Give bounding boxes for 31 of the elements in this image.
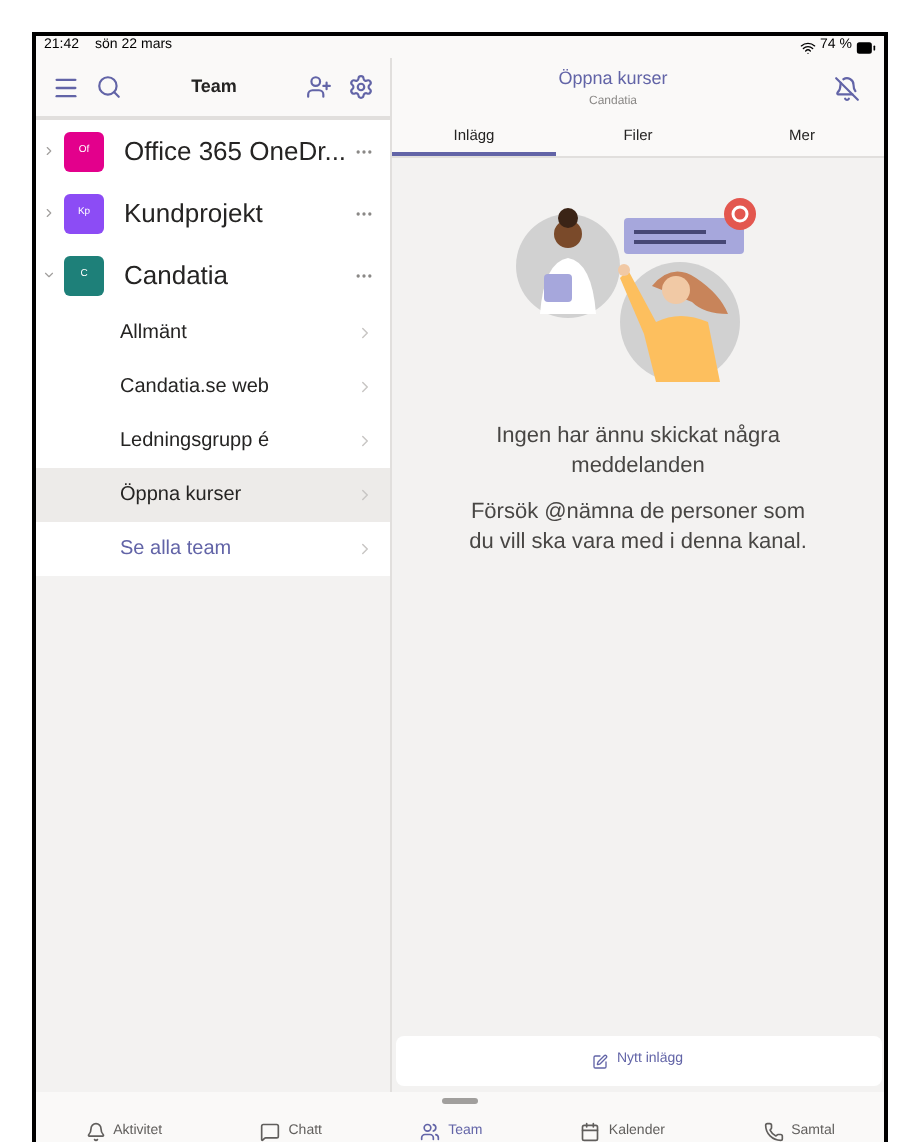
chevron-right-icon [356,486,374,504]
compose-icon [592,1053,609,1069]
wifi-icon [800,39,817,55]
chevron-right-icon [356,378,374,396]
channel-item[interactable]: Öppna kurser [36,468,390,522]
chevron-right-icon [356,540,374,558]
notifications-off-icon[interactable] [834,76,860,102]
chevron-right-icon [356,432,374,450]
team-name[interactable]: Candatia [124,255,229,295]
drag-handle[interactable] [442,1098,478,1103]
team-name[interactable]: Office 365 OneDr... [124,131,347,171]
chevron-icon[interactable] [42,206,56,220]
channel-title: Öppna kurser [558,66,668,93]
empty-state-message: Försök @nämna de personer som du vill ska vara med i denna kanal. [468,498,808,558]
team-name[interactable]: Kundprojekt [124,193,263,233]
search-icon[interactable] [96,74,122,100]
calls-icon [763,1121,784,1142]
activity-icon [85,1121,106,1142]
see-all-teams-link[interactable]: Se alla team [36,522,390,576]
calendar-icon [580,1121,601,1142]
chevron-right-icon [356,324,374,342]
add-people-icon[interactable] [306,74,332,100]
chat-icon [260,1121,281,1142]
menu-icon[interactable] [52,73,80,101]
chevron-icon[interactable] [42,144,56,158]
settings-icon[interactable] [348,74,374,100]
teams-icon [420,1121,441,1142]
sidebar-title: Team [191,73,237,100]
battery-icon [856,37,876,57]
chevron-icon[interactable] [42,268,56,282]
empty-state-heading: Ingen har ännu skickat några meddelanden [494,422,782,482]
